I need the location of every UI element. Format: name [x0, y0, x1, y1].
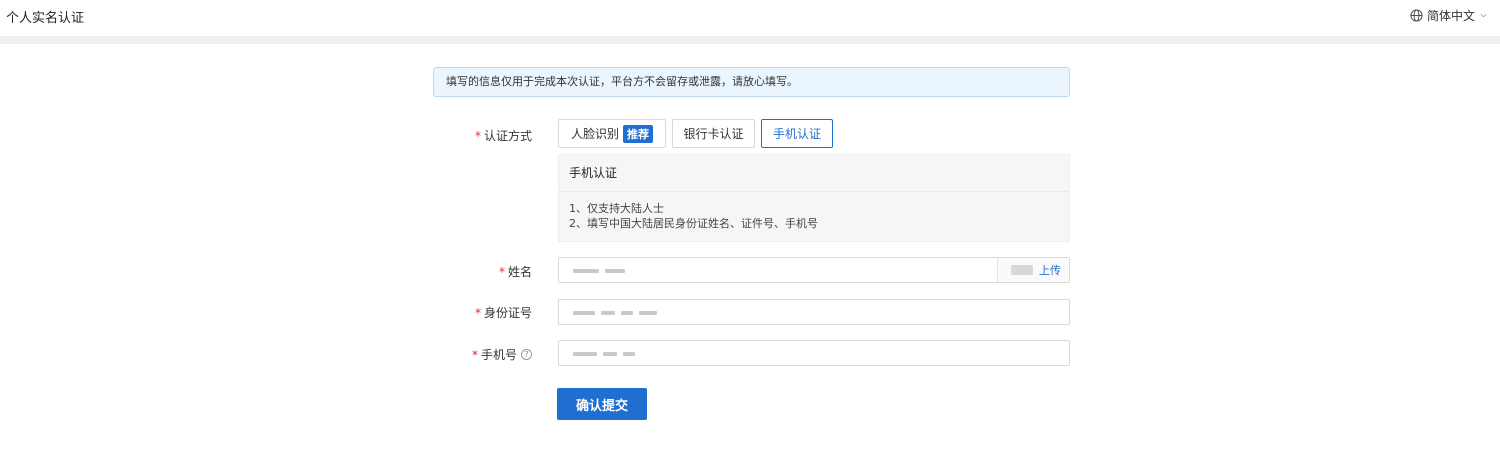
name-label-text: 姓名: [507, 265, 532, 279]
name-field[interactable]: 上传: [558, 257, 1070, 283]
help-icon[interactable]: ?: [521, 349, 532, 360]
top-bar: 个人实名认证 简体中文: [0, 0, 1500, 36]
chevron-down-icon: [1480, 13, 1487, 18]
upload-label: 上传: [1039, 264, 1061, 277]
method-face-label: 人脸识别: [570, 127, 619, 141]
recommend-badge: 推荐: [623, 124, 653, 143]
upload-button[interactable]: 上传: [997, 258, 1069, 282]
required-mark: *: [498, 264, 505, 279]
required-mark: *: [471, 347, 478, 362]
method-phone-button[interactable]: 手机认证: [761, 119, 833, 148]
method-label: * 认证方式: [475, 127, 532, 144]
language-label: 简体中文: [1426, 9, 1475, 23]
masked-value: [573, 269, 625, 273]
masked-value: [573, 311, 657, 315]
info-line: 2、填写中国大陆居民身份证姓名、证件号、手机号: [569, 217, 818, 230]
method-face-button[interactable]: 人脸识别 推荐: [558, 119, 666, 148]
privacy-notice: 填写的信息仅用于完成本次认证，平台方不会留存或泄露，请放心填写。: [433, 67, 1070, 97]
phone-label: * 手机号 ?: [472, 346, 532, 363]
header-divider: [0, 36, 1500, 44]
globe-icon: [1410, 9, 1423, 22]
id-number-field[interactable]: [558, 299, 1070, 325]
method-bankcard-button[interactable]: 银行卡认证: [672, 119, 755, 148]
method-info-panel: 手机认证 1、仅支持大陆人士 2、填写中国大陆居民身份证姓名、证件号、手机号: [558, 154, 1070, 242]
phone-field[interactable]: [558, 340, 1070, 366]
submit-button[interactable]: 确认提交: [557, 388, 647, 420]
phone-label-text: 手机号: [480, 348, 517, 362]
required-mark: *: [474, 128, 481, 143]
info-title: 手机认证: [559, 155, 1069, 192]
id-number-label-text: 身份证号: [483, 306, 532, 320]
id-number-label: * 身份证号: [475, 304, 532, 321]
page-title: 个人实名认证: [6, 11, 85, 26]
upload-thumbnail: [1011, 265, 1033, 275]
masked-value: [573, 352, 635, 356]
method-bankcard-label: 银行卡认证: [683, 127, 744, 141]
info-lines: 1、仅支持大陆人士 2、填写中国大陆居民身份证姓名、证件号、手机号: [559, 192, 1069, 240]
language-switcher[interactable]: 简体中文: [1410, 7, 1488, 24]
info-line: 1、仅支持大陆人士: [569, 202, 664, 215]
method-phone-label: 手机认证: [772, 127, 821, 141]
required-mark: *: [474, 305, 481, 320]
method-label-text: 认证方式: [483, 129, 532, 143]
name-label: * 姓名: [499, 263, 532, 280]
